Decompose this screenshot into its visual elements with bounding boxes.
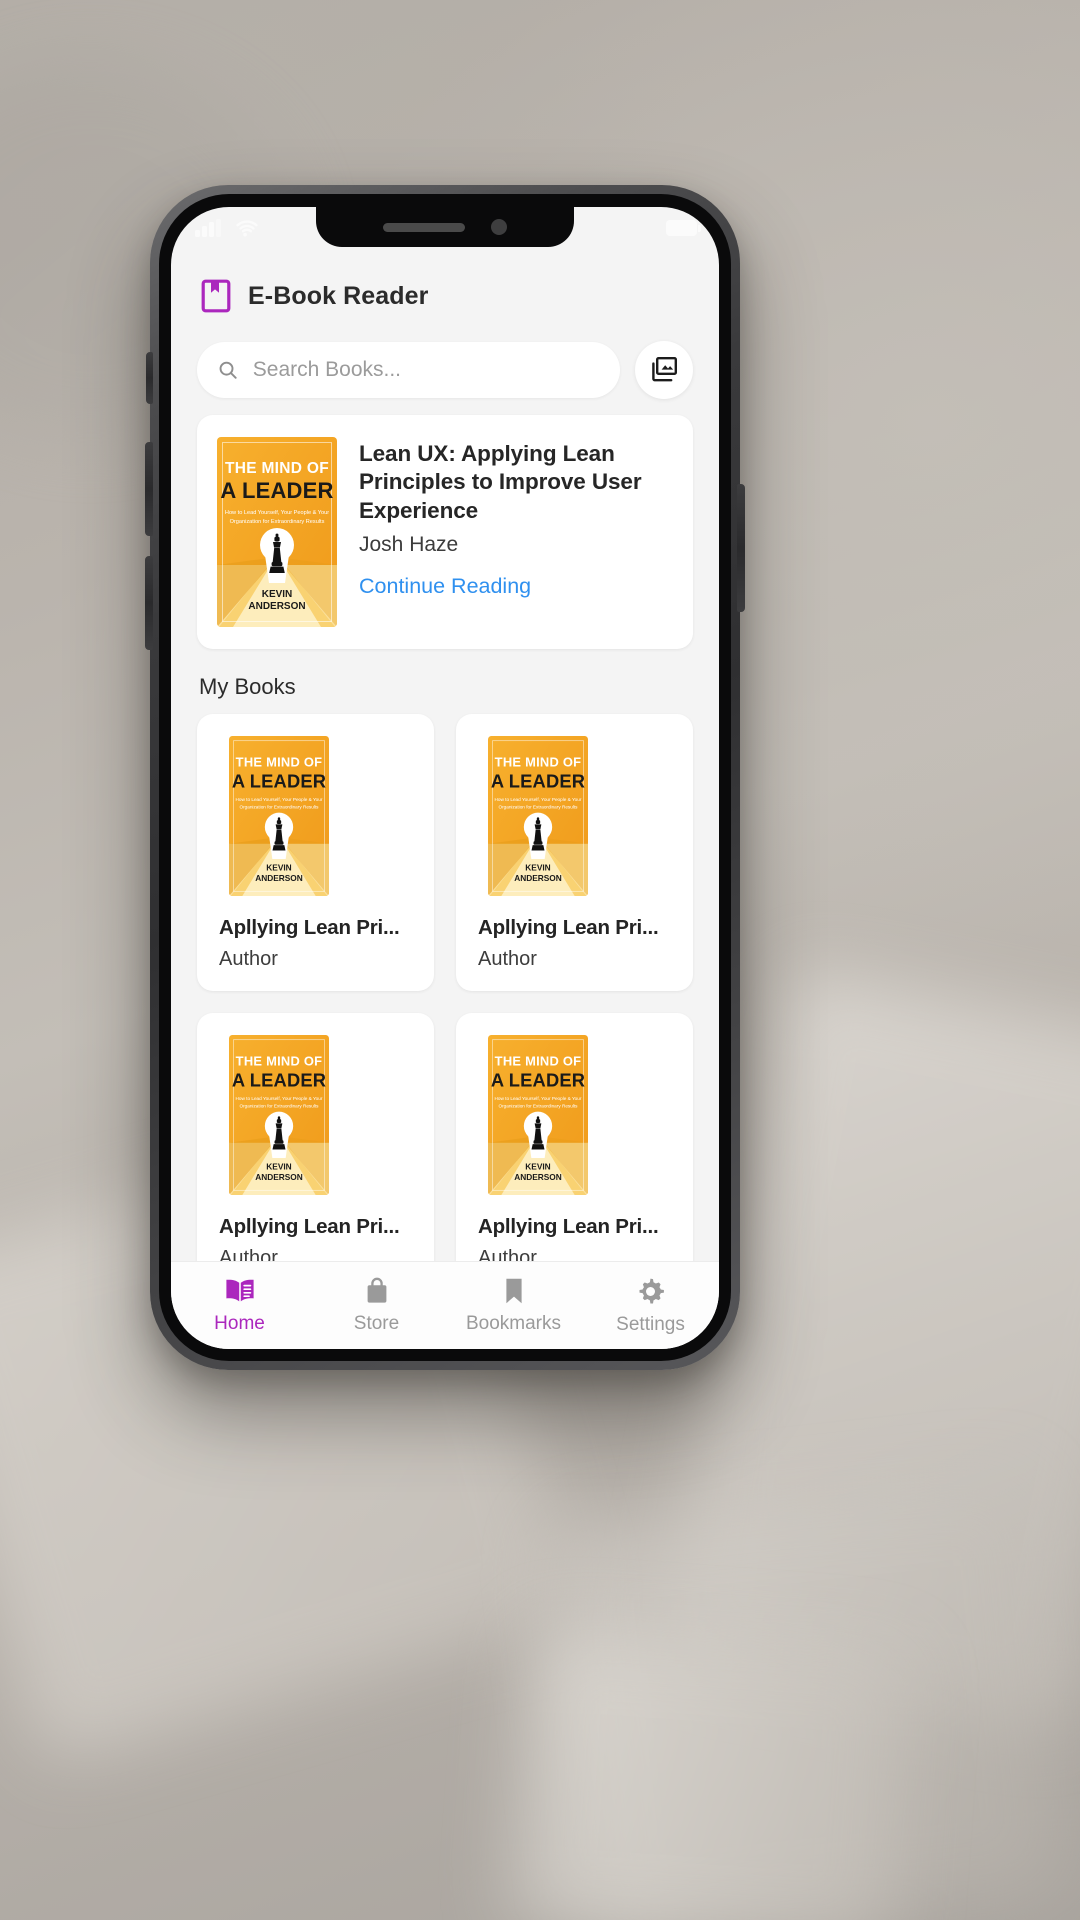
bookmark-icon [505,1278,522,1304]
gear-icon [639,1278,664,1303]
image-gallery-icon [652,357,678,382]
featured-book-cover: THE MIND OF A LEADER How to Lead Yoursel… [217,437,337,627]
front-camera-icon [491,219,507,235]
book-cover-art [488,1035,588,1195]
book-author: Author [219,948,278,970]
featured-book-meta: Lean UX: Applying Lean Principles to Imp… [359,437,673,627]
book-title: Apllying Lean Pri... [478,916,659,939]
featured-book-title: Lean UX: Applying Lean Principles to Imp… [359,441,642,523]
earpiece-speaker [383,222,465,232]
svg-text:THE MIND OF: THE MIND OF [225,460,329,477]
page-title: E-Book Reader [248,281,429,310]
nav-item-store[interactable]: Store [308,1276,445,1335]
book-cover-art [488,736,588,896]
background-blob [509,1627,911,1920]
search-row [197,327,693,415]
nav-item-settings[interactable]: Settings [582,1276,719,1336]
book-card[interactable]: Apllying Lean Pri... Author [456,714,693,991]
book-cover [229,736,329,896]
wifi-icon [235,220,258,237]
book-card[interactable]: Apllying Lean Pri... Author [197,1013,434,1261]
svg-text:How to Lead Yourself, Your Peo: How to Lead Yourself, Your People & Your [225,510,329,516]
open-book-icon [225,1279,254,1302]
svg-text:ANDERSON: ANDERSON [248,601,305,612]
nav-item-bookmarks[interactable]: Bookmarks [445,1276,582,1335]
search-icon [219,361,237,379]
phone-notch [316,207,574,247]
gallery-button[interactable] [635,341,693,399]
book-card[interactable]: Apllying Lean Pri... Author [197,714,434,991]
status-bar-left [195,218,259,237]
continue-reading-link[interactable]: Continue Reading [359,574,673,599]
book-cover [229,1035,329,1195]
search-box[interactable] [197,342,620,398]
my-books-grid: Apllying Lean Pri... Author Apllying Lea… [197,714,693,1261]
book-cover-art [229,1035,329,1195]
power-button[interactable] [737,484,745,612]
nav-label: Store [353,1313,400,1334]
volume-down-button[interactable] [145,556,153,650]
book-cover-art: THE MIND OF A LEADER How to Lead Yoursel… [217,437,337,627]
signal-bars-icon [195,218,221,237]
book-cover-art [229,736,329,896]
main-content: THE MIND OF A LEADER How to Lead Yoursel… [171,327,719,1261]
book-author: Author [478,948,537,970]
phone-bezel: E-Book Reader Search Books... THE MIND O… [145,194,745,1361]
phone-device-frame: E-Book Reader Search Books... THE MIND O… [145,185,745,1370]
bottom-navigation-bar: Home Store Bookmarks Settings [171,1261,719,1349]
book-cover [488,736,588,896]
volume-up-button[interactable] [145,442,153,536]
book-author: Author [219,1247,278,1261]
book-title: Apllying Lean Pri... [219,916,400,939]
featured-book-card[interactable]: THE MIND OF A LEADER How to Lead Yoursel… [197,415,693,649]
book-cover [488,1035,588,1195]
mute-switch-button[interactable] [146,352,153,404]
nav-label: Settings [616,1313,685,1335]
book-card[interactable]: Apllying Lean Pri... Author [456,1013,693,1261]
app-header: E-Book Reader [171,249,719,327]
featured-book-author: Josh Haze [359,533,459,557]
book-author: Author [478,1247,537,1261]
shopping-bag-icon [367,1277,386,1303]
battery-icon [666,220,701,236]
nav-item-home[interactable]: Home [171,1276,308,1335]
phone-screen: E-Book Reader Search Books... THE MIND O… [171,207,719,1349]
book-bookmark-icon [201,279,231,313]
svg-text:A LEADER: A LEADER [220,478,333,503]
nav-label: Home [214,1313,265,1334]
search-input[interactable] [252,358,600,382]
my-books-section-title: My Books [199,674,296,699]
svg-text:KEVIN: KEVIN [262,589,293,600]
book-title: Apllying Lean Pri... [478,1215,659,1238]
svg-text:Organization for Extraordinary: Organization for Extraordinary Results [230,519,325,525]
nav-label: Bookmarks [465,1313,562,1334]
book-title: Apllying Lean Pri... [219,1215,400,1238]
